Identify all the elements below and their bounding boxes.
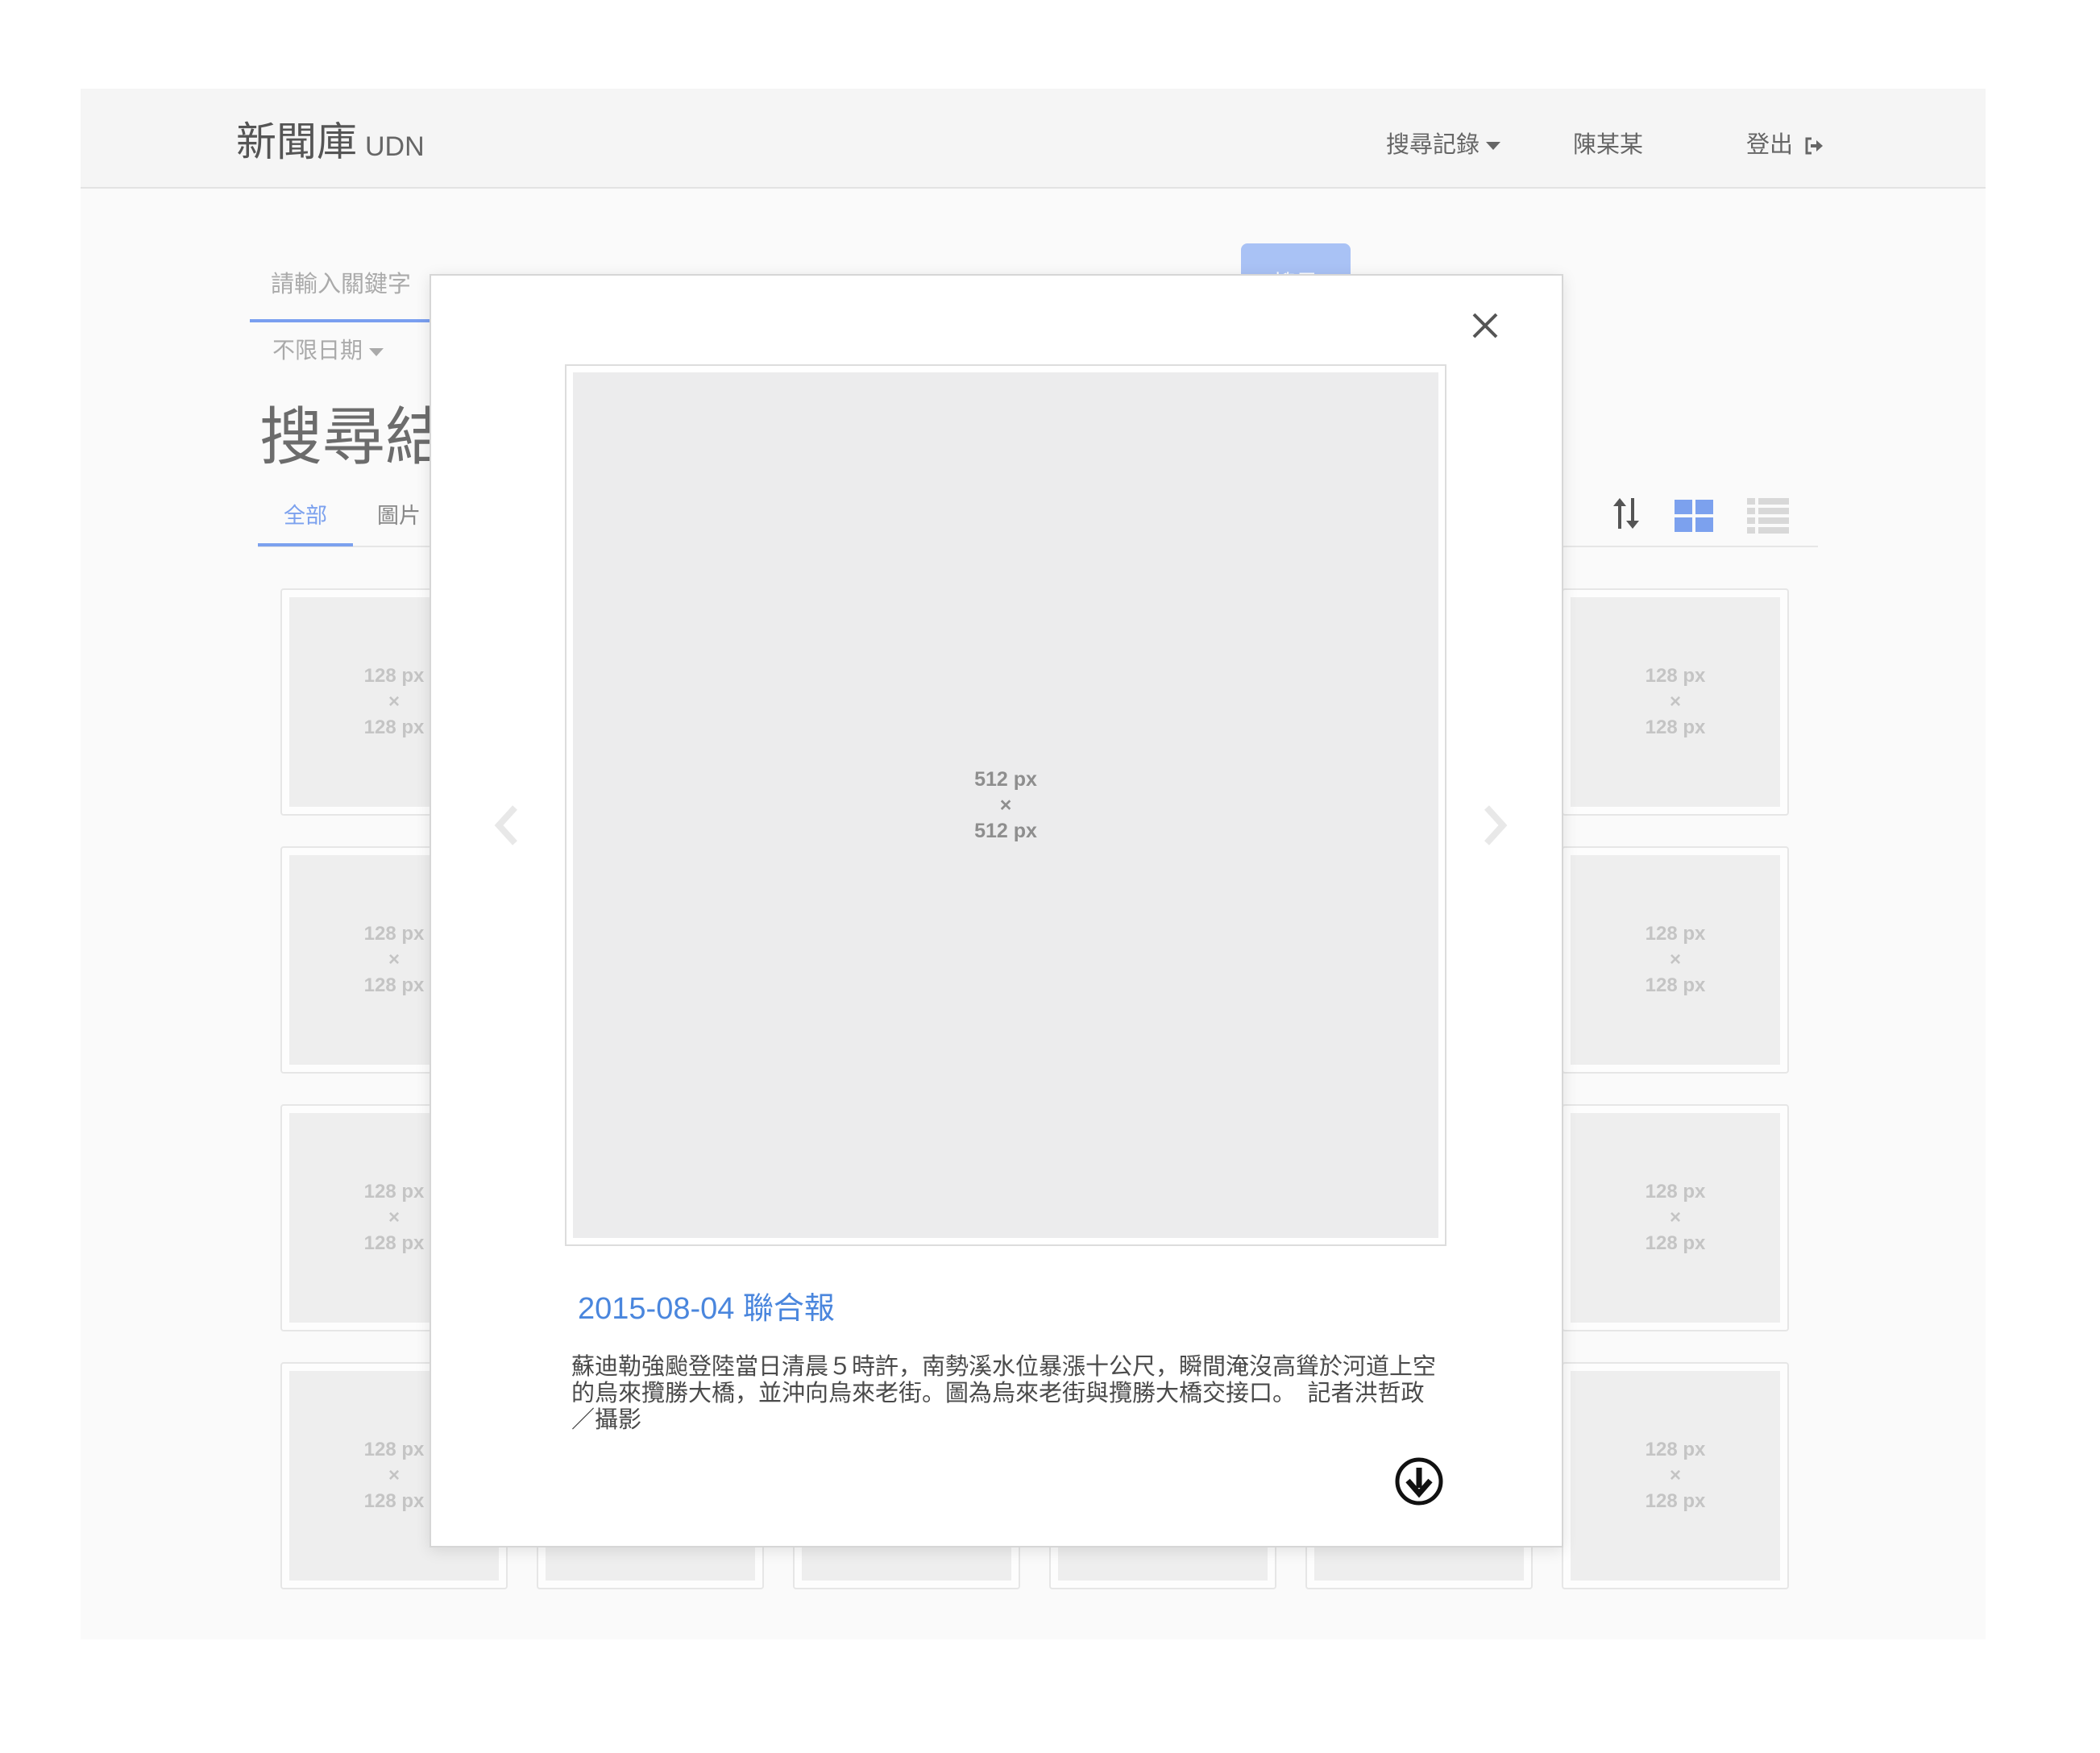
close-icon[interactable] xyxy=(1469,309,1501,342)
image-size-line: 512 px xyxy=(974,768,1037,791)
photo-caption: 蘇迪勒強颱登陸當日清晨５時許，南勢溪水位暴漲十公尺，瞬間淹沒高聳於河道上空的烏來… xyxy=(571,1354,1437,1433)
image-size-separator: × xyxy=(999,794,1012,816)
photo-modal: 512 px × 512 px 2015-08-04 聯合報 蘇迪勒強颱登陸當日… xyxy=(430,274,1563,1547)
download-circle-icon[interactable] xyxy=(1393,1456,1445,1507)
chevron-left-icon[interactable] xyxy=(491,801,523,849)
photo-frame: 512 px × 512 px xyxy=(565,364,1446,1246)
photo-placeholder: 512 px × 512 px xyxy=(573,372,1438,1238)
photo-date-source[interactable]: 2015-08-04 聯合報 xyxy=(578,1283,835,1327)
chevron-right-icon[interactable] xyxy=(1479,801,1511,849)
modal-overlay: 512 px × 512 px 2015-08-04 聯合報 蘇迪勒強颱登陸當日… xyxy=(0,0,2100,1753)
image-size-line: 512 px xyxy=(974,820,1037,842)
